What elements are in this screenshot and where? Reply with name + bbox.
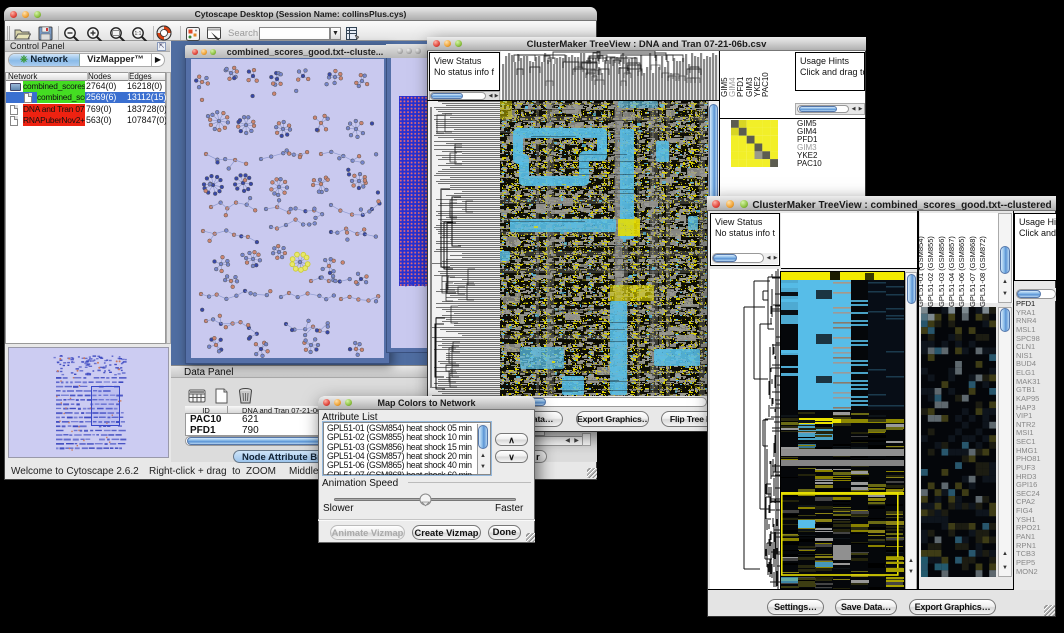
svg-text:1:1: 1:1 — [135, 31, 142, 37]
